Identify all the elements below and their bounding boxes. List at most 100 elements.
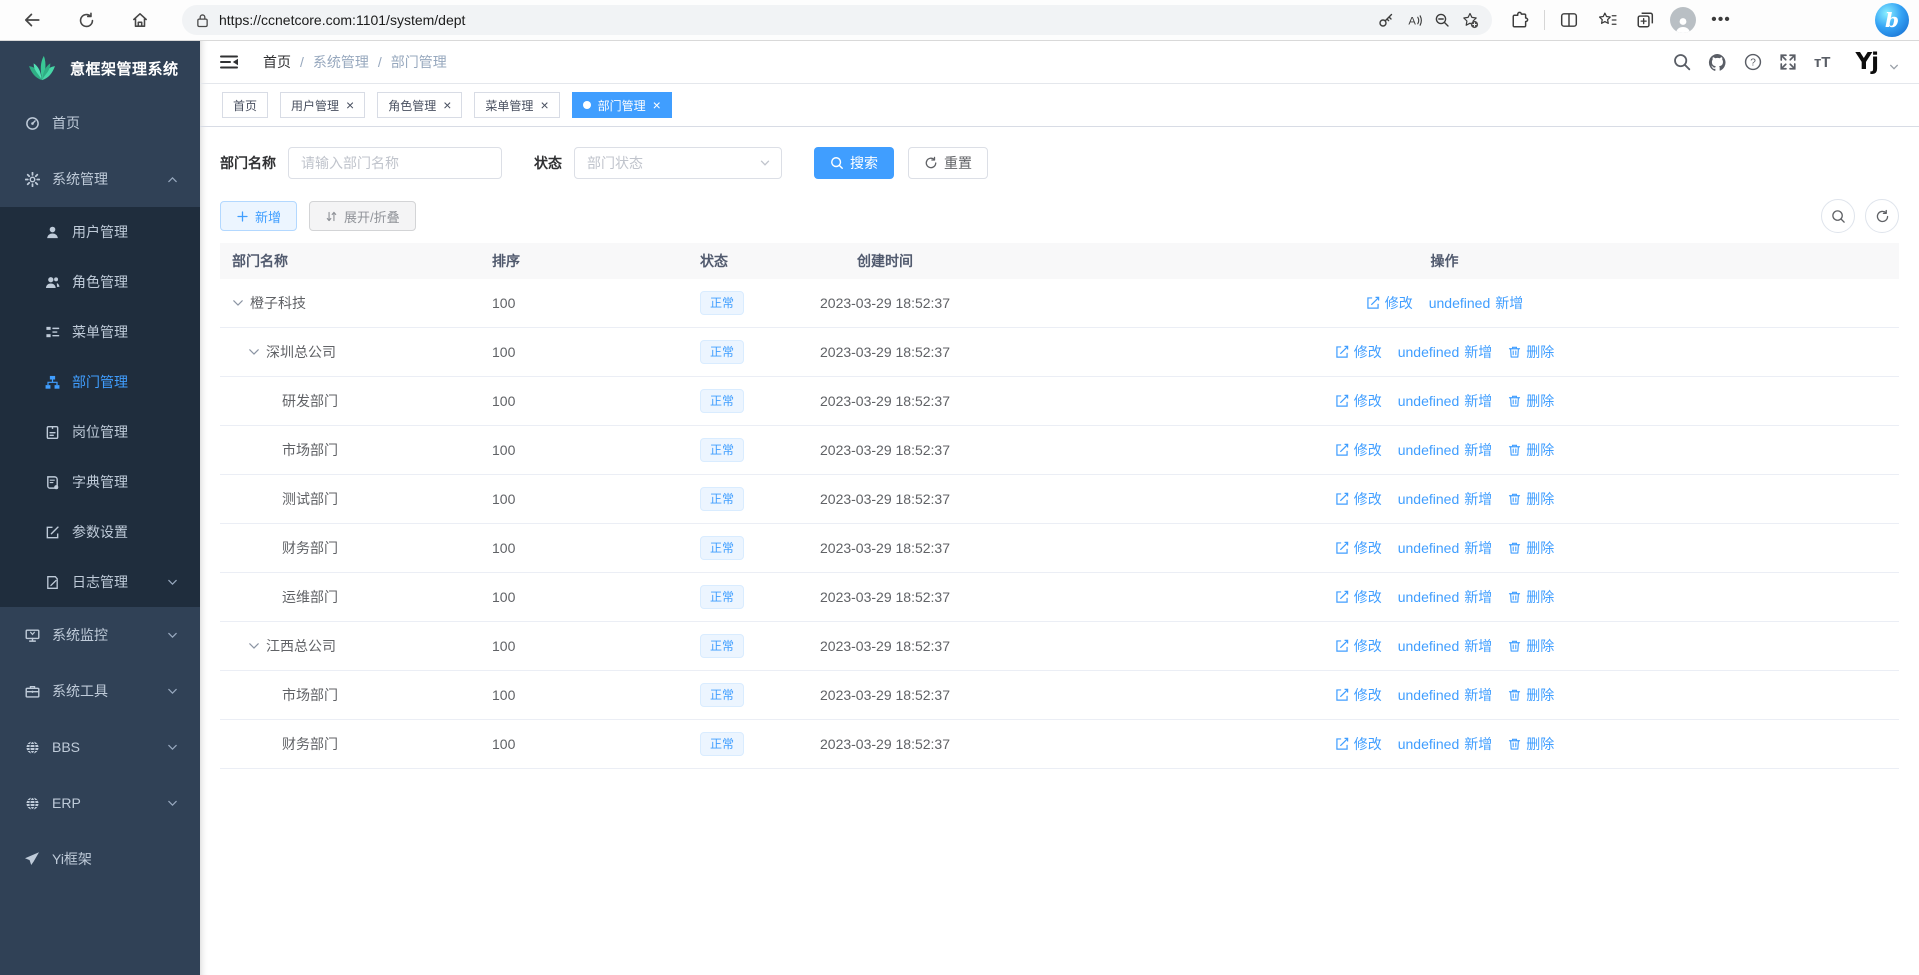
reset-button[interactable]: 重置 bbox=[908, 147, 988, 179]
zoom-out-icon[interactable] bbox=[1428, 7, 1456, 33]
search-button[interactable]: 搜索 bbox=[814, 147, 894, 179]
dept-name: 财务部门 bbox=[282, 538, 338, 558]
tree-expand-caret-icon[interactable] bbox=[248, 640, 266, 652]
fullscreen-icon[interactable] bbox=[1779, 53, 1797, 71]
sidebar-item-用户管理[interactable]: 用户管理 bbox=[0, 207, 200, 257]
sidebar-item-角色管理[interactable]: 角色管理 bbox=[0, 257, 200, 307]
delete-row-button[interactable]: 删除 bbox=[1508, 587, 1554, 607]
tab-部门管理[interactable]: 部门管理 bbox=[572, 92, 672, 118]
add-row-button[interactable]: undefined新增 bbox=[1398, 538, 1493, 558]
sidebar-item-BBS[interactable]: BBS bbox=[0, 719, 200, 775]
sidebar-item-label: 系统监控 bbox=[52, 625, 108, 645]
close-tab-icon[interactable] bbox=[346, 98, 354, 113]
edit-row-button[interactable]: 修改 bbox=[1335, 538, 1382, 558]
add-favorite-star-icon[interactable] bbox=[1456, 7, 1484, 33]
browser-back-button[interactable] bbox=[16, 4, 48, 36]
delete-row-button[interactable]: 删除 bbox=[1508, 391, 1554, 411]
delete-row-button[interactable]: 删除 bbox=[1508, 685, 1554, 705]
edit-row-button[interactable]: 修改 bbox=[1335, 342, 1382, 362]
close-tab-icon[interactable] bbox=[540, 98, 548, 113]
sidebar-item-系统监控[interactable]: 系统监控 bbox=[0, 607, 200, 663]
add-row-button[interactable]: undefined新增 bbox=[1398, 342, 1493, 362]
edit-row-button[interactable]: 修改 bbox=[1335, 587, 1382, 607]
app-logo-row[interactable]: 意框架管理系统 bbox=[0, 41, 200, 95]
edit-row-button[interactable]: 修改 bbox=[1335, 636, 1382, 656]
sidebar-item-日志管理[interactable]: 日志管理 bbox=[0, 557, 200, 607]
breadcrumb-home[interactable]: 首页 bbox=[263, 52, 291, 72]
text-size-icon[interactable] bbox=[1814, 54, 1831, 71]
sort-cell: 100 bbox=[492, 491, 700, 507]
user-menu-caret-icon[interactable] bbox=[1889, 62, 1899, 72]
edit-row-button[interactable]: 修改 bbox=[1335, 685, 1382, 705]
add-row-button[interactable]: undefined新增 bbox=[1398, 391, 1493, 411]
edit-row-button[interactable]: 修改 bbox=[1335, 734, 1382, 754]
tree-expand-caret-icon[interactable] bbox=[232, 297, 250, 309]
edit-row-button[interactable]: 修改 bbox=[1335, 440, 1382, 460]
header-search-icon[interactable] bbox=[1673, 53, 1691, 71]
add-row-button[interactable]: undefined新增 bbox=[1398, 489, 1493, 509]
tree-expand-caret-icon[interactable] bbox=[248, 346, 266, 358]
breadcrumb-dept[interactable]: 部门管理 bbox=[391, 52, 447, 72]
show-search-button[interactable] bbox=[1821, 199, 1855, 233]
password-key-icon[interactable] bbox=[1372, 7, 1400, 33]
sidebar-item-岗位管理[interactable]: 岗位管理 bbox=[0, 407, 200, 457]
add-row-button[interactable]: undefined新增 bbox=[1398, 685, 1493, 705]
edit-row-button[interactable]: 修改 bbox=[1335, 489, 1382, 509]
help-icon[interactable]: ? bbox=[1744, 53, 1762, 71]
user-logo[interactable]: Yj bbox=[1855, 49, 1878, 75]
action-label: 删除 bbox=[1526, 636, 1554, 656]
more-menu-icon[interactable]: ••• bbox=[1705, 4, 1737, 36]
sidebar-item-字典管理[interactable]: 字典管理 bbox=[0, 457, 200, 507]
delete-row-button[interactable]: 删除 bbox=[1508, 734, 1554, 754]
tab-菜单管理[interactable]: 菜单管理 bbox=[474, 92, 559, 118]
add-row-button[interactable]: undefined新增 bbox=[1429, 293, 1524, 313]
github-icon[interactable] bbox=[1708, 53, 1727, 72]
sidebar-item-首页[interactable]: 首页 bbox=[0, 95, 200, 151]
profile-avatar[interactable] bbox=[1667, 4, 1699, 36]
add-row-button[interactable]: undefined新增 bbox=[1398, 734, 1493, 754]
sidebar-item-ERP[interactable]: ERP bbox=[0, 775, 200, 831]
edit-row-button[interactable]: 修改 bbox=[1366, 293, 1413, 313]
split-screen-icon[interactable] bbox=[1553, 4, 1585, 36]
bing-chat-icon[interactable] bbox=[1875, 3, 1909, 37]
dept-name-input[interactable] bbox=[288, 147, 502, 179]
sidebar-item-Yi框架[interactable]: Yi框架 bbox=[0, 831, 200, 887]
read-aloud-icon[interactable]: A bbox=[1400, 7, 1428, 33]
delete-row-button[interactable]: 删除 bbox=[1508, 440, 1554, 460]
delete-row-button[interactable]: 删除 bbox=[1508, 636, 1554, 656]
close-tab-icon[interactable] bbox=[653, 98, 661, 113]
plus-icon bbox=[236, 210, 249, 223]
add-row-button[interactable]: undefined新增 bbox=[1398, 587, 1493, 607]
status-cell: 正常 bbox=[700, 487, 780, 511]
sidebar-item-部门管理[interactable]: 部门管理 bbox=[0, 357, 200, 407]
delete-row-button[interactable]: 删除 bbox=[1508, 342, 1554, 362]
refresh-table-button[interactable] bbox=[1865, 199, 1899, 233]
tab-首页[interactable]: 首页 bbox=[222, 92, 268, 118]
sidebar-item-参数设置[interactable]: 参数设置 bbox=[0, 507, 200, 557]
address-bar[interactable]: https://ccnetcore.com:1101/system/dept A bbox=[182, 5, 1492, 35]
browser-refresh-button[interactable] bbox=[70, 4, 102, 36]
add-row-button[interactable]: undefined新增 bbox=[1398, 636, 1493, 656]
browser-home-button[interactable] bbox=[124, 4, 156, 36]
breadcrumb-system[interactable]: 系统管理 bbox=[313, 52, 369, 72]
add-dept-button[interactable]: 新增 bbox=[220, 201, 297, 231]
status-badge: 正常 bbox=[700, 487, 744, 511]
delete-row-button[interactable]: 删除 bbox=[1508, 489, 1554, 509]
sidebar-item-菜单管理[interactable]: 菜单管理 bbox=[0, 307, 200, 357]
status-badge: 正常 bbox=[700, 438, 744, 462]
favorites-icon[interactable] bbox=[1591, 4, 1623, 36]
collections-icon[interactable] bbox=[1629, 4, 1661, 36]
tab-角色管理[interactable]: 角色管理 bbox=[377, 92, 462, 118]
edit-row-button[interactable]: 修改 bbox=[1335, 391, 1382, 411]
add-row-button[interactable]: undefined新增 bbox=[1398, 440, 1493, 460]
sidebar-item-系统工具[interactable]: 系统工具 bbox=[0, 663, 200, 719]
close-tab-icon[interactable] bbox=[443, 98, 451, 113]
status-select[interactable]: 部门状态 bbox=[574, 147, 782, 179]
expand-collapse-button[interactable]: 展开/折叠 bbox=[309, 201, 416, 231]
extensions-icon[interactable] bbox=[1504, 4, 1536, 36]
sidebar-collapse-button[interactable] bbox=[218, 51, 240, 73]
tab-用户管理[interactable]: 用户管理 bbox=[280, 92, 365, 118]
delete-row-button[interactable]: 删除 bbox=[1508, 538, 1554, 558]
url-text[interactable]: https://ccnetcore.com:1101/system/dept bbox=[219, 12, 1372, 28]
sidebar-item-系统管理[interactable]: 系统管理 bbox=[0, 151, 200, 207]
